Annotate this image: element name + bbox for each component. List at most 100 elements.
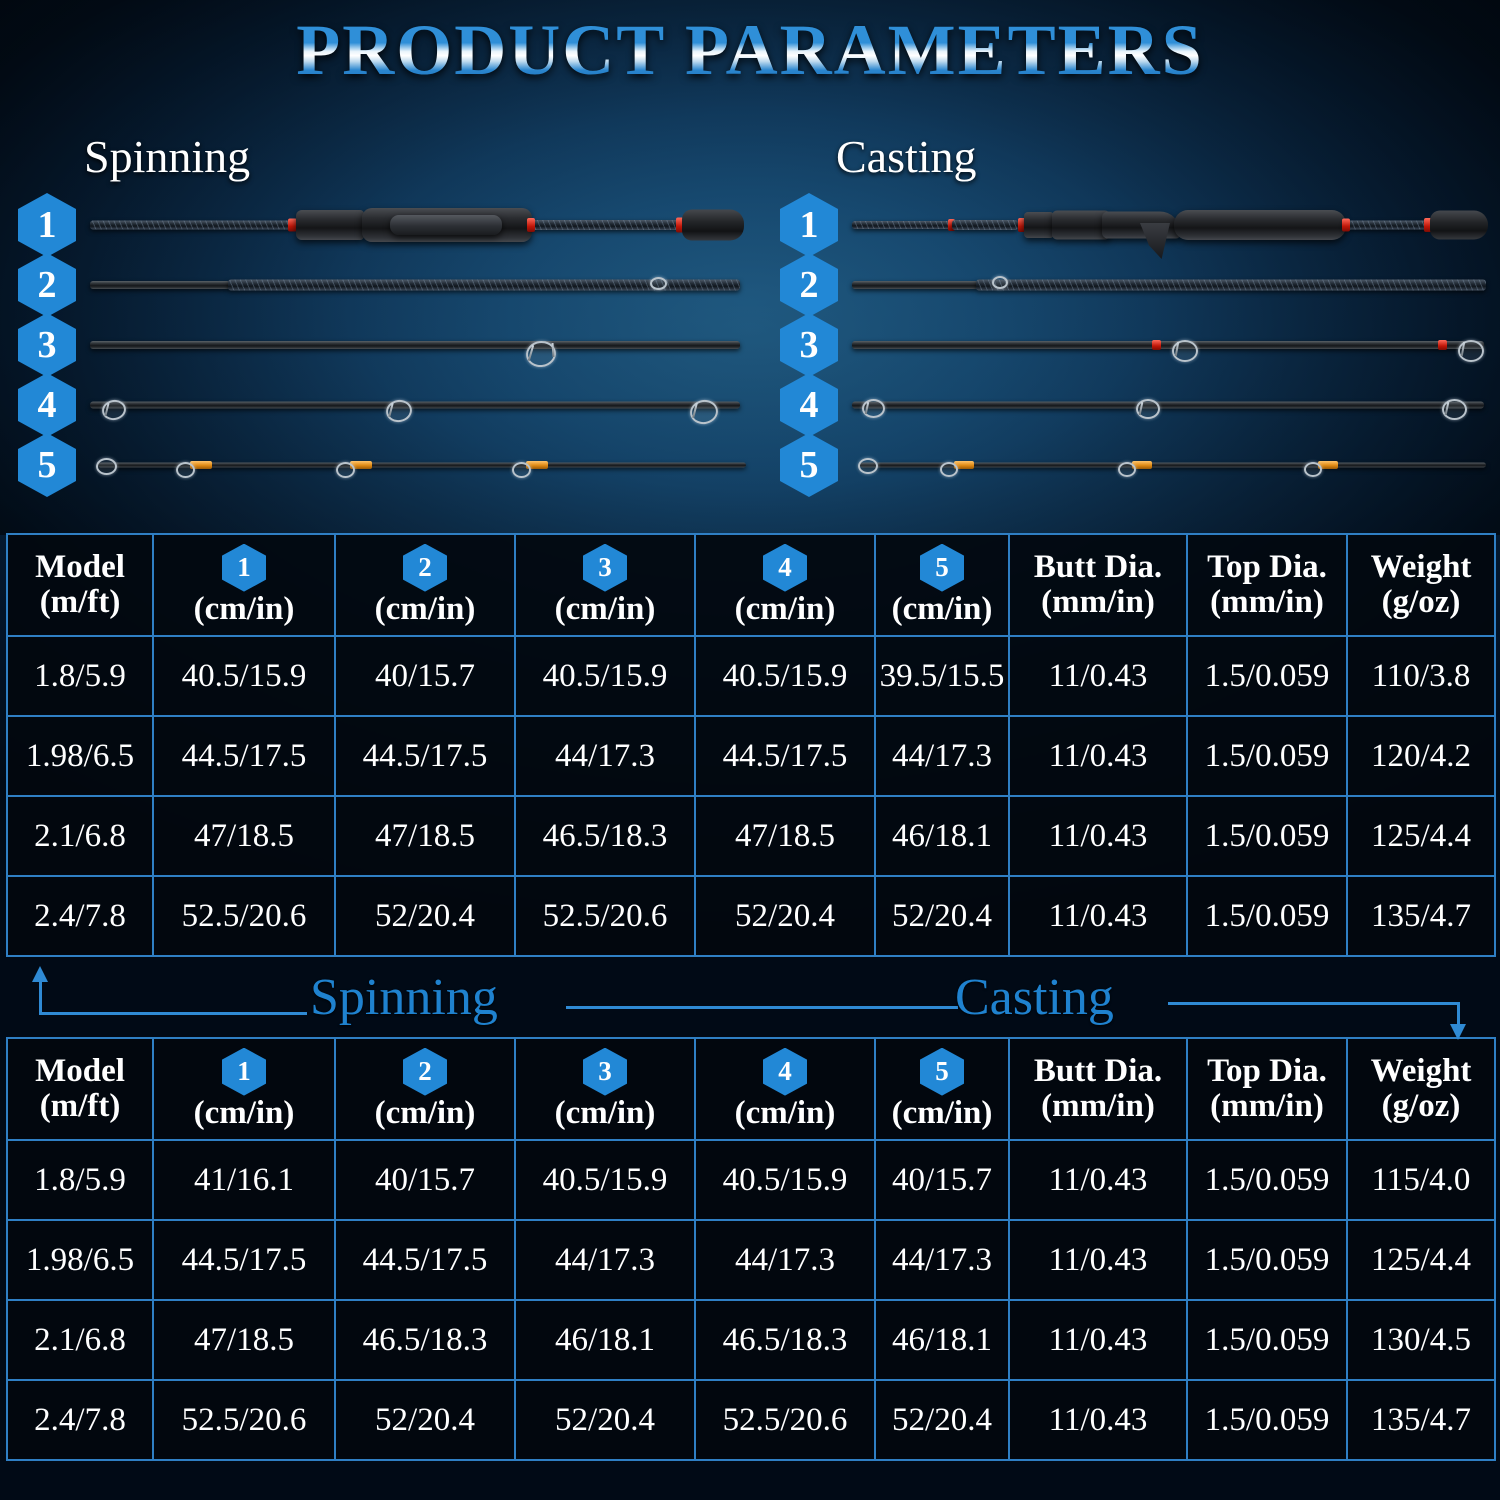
- spinning-rod-section-3-art: [90, 321, 750, 369]
- header-section-1-unit: (cm/in): [193, 1094, 295, 1131]
- line-guide: [336, 462, 355, 478]
- page-title: PRODUCT PARAMETERS: [0, 14, 1500, 86]
- tip-guide: [96, 458, 117, 475]
- spinning-section-5-row: 5: [18, 433, 758, 497]
- cell-section-5: 46/18.1: [874, 795, 1010, 877]
- header-cell-section-3: 3 (cm/in): [514, 1037, 696, 1141]
- section-badge-5-casting-label: 5: [799, 443, 819, 486]
- casting-section-2-row: 2: [780, 253, 1490, 317]
- cell-model: 2.4/7.8: [6, 1379, 154, 1461]
- cell-top-dia: 1.5/0.059: [1186, 795, 1348, 877]
- cell-section-3: 46/18.1: [514, 1299, 696, 1381]
- header-cell-section-1: 1 (cm/in): [152, 533, 336, 637]
- casting-section-4-row: 4: [780, 373, 1490, 437]
- header-top-dia-label: Top Dia.: [1207, 549, 1327, 586]
- cell-section-5: 39.5/15.5: [874, 635, 1010, 717]
- header-weight-unit: (g/oz): [1381, 1088, 1461, 1124]
- section-badge-1-casting-label: 1: [799, 203, 819, 246]
- connector-label-casting: Casting: [955, 969, 1114, 1026]
- header-cell-model: Model (m/ft): [6, 1037, 154, 1141]
- cell-section-3: 40.5/15.9: [514, 1139, 696, 1221]
- header-cell-weight: Weight (g/oz): [1346, 533, 1496, 637]
- cell-top-dia: 1.5/0.059: [1186, 715, 1348, 797]
- cell-section-3: 44/17.3: [514, 715, 696, 797]
- cell-section-5: 44/17.3: [874, 1219, 1010, 1301]
- arrow-down-icon: [1450, 1024, 1466, 1040]
- spinning-section-4-row: 4: [18, 373, 758, 437]
- cell-model: 2.1/6.8: [6, 795, 154, 877]
- header-section-3-unit: (cm/in): [554, 590, 656, 627]
- cell-weight: 125/4.4: [1346, 795, 1496, 877]
- cell-model: 1.98/6.5: [6, 715, 154, 797]
- casting-section-1-row: 1: [780, 193, 1490, 259]
- section-badge-4-casting: 4: [780, 373, 838, 437]
- header-cell-weight: Weight (g/oz): [1346, 1037, 1496, 1141]
- header-badge-5: 5: [920, 543, 964, 592]
- table-row: 1.98/6.5 44.5/17.5 44.5/17.5 44/17.3 44.…: [6, 715, 1496, 797]
- cell-section-4: 44.5/17.5: [694, 715, 876, 797]
- cell-section-1: 40.5/15.9: [152, 635, 336, 717]
- cell-section-4: 52.5/20.6: [694, 1379, 876, 1461]
- cell-section-5: 40/15.7: [874, 1139, 1010, 1221]
- cell-section-3: 52/20.4: [514, 1379, 696, 1461]
- cell-top-dia: 1.5/0.059: [1186, 1379, 1348, 1461]
- header-cell-section-4: 4 (cm/in): [694, 533, 876, 637]
- table-row: 2.1/6.8 47/18.5 46.5/18.3 46/18.1 46.5/1…: [6, 1299, 1496, 1381]
- cell-model: 2.4/7.8: [6, 875, 154, 957]
- cell-section-5: 46/18.1: [874, 1299, 1010, 1381]
- connector-label-spinning: Spinning: [310, 969, 498, 1026]
- casting-section-3-row: 3: [780, 313, 1490, 377]
- table-connector: Spinning Casting: [0, 962, 1500, 1040]
- section-badge-1-casting: 1: [780, 193, 838, 257]
- header-section-3-unit: (cm/in): [554, 1094, 656, 1131]
- cell-section-5: 44/17.3: [874, 715, 1010, 797]
- spinning-rod-section-5-art: [90, 448, 750, 482]
- spinning-rod-section-2-art: [90, 275, 750, 295]
- cell-weight: 125/4.4: [1346, 1219, 1496, 1301]
- header-badge-5: 5: [920, 1047, 964, 1096]
- cell-section-2: 47/18.5: [334, 795, 516, 877]
- header-section-4-unit: (cm/in): [734, 1094, 836, 1131]
- header-section-1-unit: (cm/in): [193, 590, 295, 627]
- line-guide: [1304, 462, 1322, 477]
- header-section-2-unit: (cm/in): [374, 590, 476, 627]
- header-model-label: Model: [35, 549, 125, 586]
- table-row: 1.8/5.9 40.5/15.9 40/15.7 40.5/15.9 40.5…: [6, 635, 1496, 717]
- table-row: 2.1/6.8 47/18.5 47/18.5 46.5/18.3 47/18.…: [6, 795, 1496, 877]
- cell-butt-dia: 11/0.43: [1008, 1379, 1188, 1461]
- section-badge-2-casting: 2: [780, 253, 838, 317]
- spinning-section-1-row: 1: [18, 193, 758, 257]
- table-row: 2.4/7.8 52.5/20.6 52/20.4 52.5/20.6 52/2…: [6, 875, 1496, 957]
- section-badge-4-casting-label: 4: [799, 383, 819, 426]
- cell-section-1: 47/18.5: [152, 795, 336, 877]
- line-guide: [992, 276, 1008, 289]
- cell-section-2: 52/20.4: [334, 1379, 516, 1461]
- rod-diagram: 1 2 3 4 5 1 2 3 4 5: [0, 190, 1500, 535]
- section-badge-4-spinning-label: 4: [37, 383, 57, 426]
- cell-weight: 135/4.7: [1346, 875, 1496, 957]
- cell-section-4: 40.5/15.9: [694, 635, 876, 717]
- header-cell-section-4: 4 (cm/in): [694, 1037, 876, 1141]
- cell-section-4: 40.5/15.9: [694, 1139, 876, 1221]
- cell-top-dia: 1.5/0.059: [1186, 1139, 1348, 1221]
- header-section-2-unit: (cm/in): [374, 1094, 476, 1131]
- header-top-dia-unit: (mm/in): [1210, 1088, 1324, 1124]
- cell-section-1: 52.5/20.6: [152, 1379, 336, 1461]
- section-badge-2-spinning-label: 2: [37, 263, 57, 306]
- cell-section-2: 52/20.4: [334, 875, 516, 957]
- header-badge-3: 3: [583, 543, 627, 592]
- header-model-label: Model: [35, 1053, 125, 1090]
- cell-weight: 135/4.7: [1346, 1379, 1496, 1461]
- header-badge-4: 4: [763, 1047, 807, 1096]
- cell-section-1: 44.5/17.5: [152, 1219, 336, 1301]
- cell-weight: 120/4.2: [1346, 715, 1496, 797]
- cell-section-4: 44/17.3: [694, 1219, 876, 1301]
- cell-section-2: 46.5/18.3: [334, 1299, 516, 1381]
- table-row: 1.98/6.5 44.5/17.5 44.5/17.5 44/17.3 44/…: [6, 1219, 1496, 1301]
- cell-top-dia: 1.5/0.059: [1186, 1219, 1348, 1301]
- cell-section-4: 52/20.4: [694, 875, 876, 957]
- cell-weight: 115/4.0: [1346, 1139, 1496, 1221]
- header-section-4-unit: (cm/in): [734, 590, 836, 627]
- header-cell-section-5: 5 (cm/in): [874, 1037, 1010, 1141]
- header-cell-section-2: 2 (cm/in): [334, 1037, 516, 1141]
